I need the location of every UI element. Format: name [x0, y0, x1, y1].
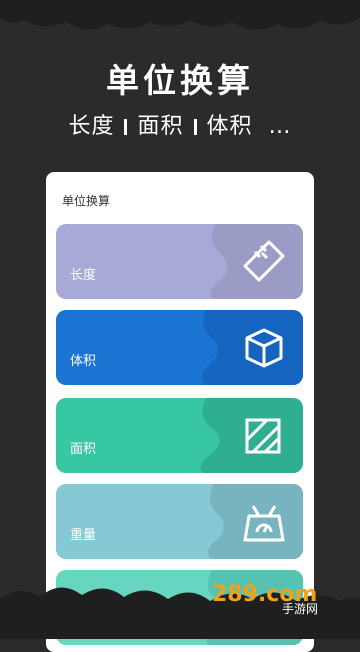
cube-icon	[245, 328, 283, 368]
card-length[interactable]: 长度	[56, 224, 303, 299]
card-label: 长度	[70, 268, 97, 283]
subtitle-area: 面积	[137, 114, 184, 139]
card-label: 面积	[70, 442, 97, 457]
hero-subtitle: 长度 面积 体积 …	[0, 108, 360, 140]
subtitle-separator	[193, 119, 197, 135]
card-label: 体积	[70, 354, 97, 369]
card-label: 重量	[70, 528, 97, 543]
ruler-icon	[243, 240, 285, 282]
area-square-icon	[245, 418, 281, 454]
top-cloud-decoration	[0, 0, 360, 30]
card-area[interactable]: 面积	[56, 398, 303, 473]
card-weight[interactable]: 重量	[56, 484, 303, 559]
svg-text:手游网: 手游网	[282, 602, 318, 615]
scale-icon	[243, 505, 285, 542]
subtitle-separator	[124, 119, 128, 135]
watermark-logo: 289.com 手游网	[212, 582, 318, 615]
subtitle-volume: 体积	[206, 114, 253, 139]
card-volume[interactable]: 体积	[56, 310, 303, 385]
more-ellipsis: …	[268, 114, 292, 139]
subtitle-length: 长度	[68, 114, 115, 139]
panel-header: 单位换算	[62, 194, 111, 208]
page-title: 单位换算	[106, 61, 254, 100]
